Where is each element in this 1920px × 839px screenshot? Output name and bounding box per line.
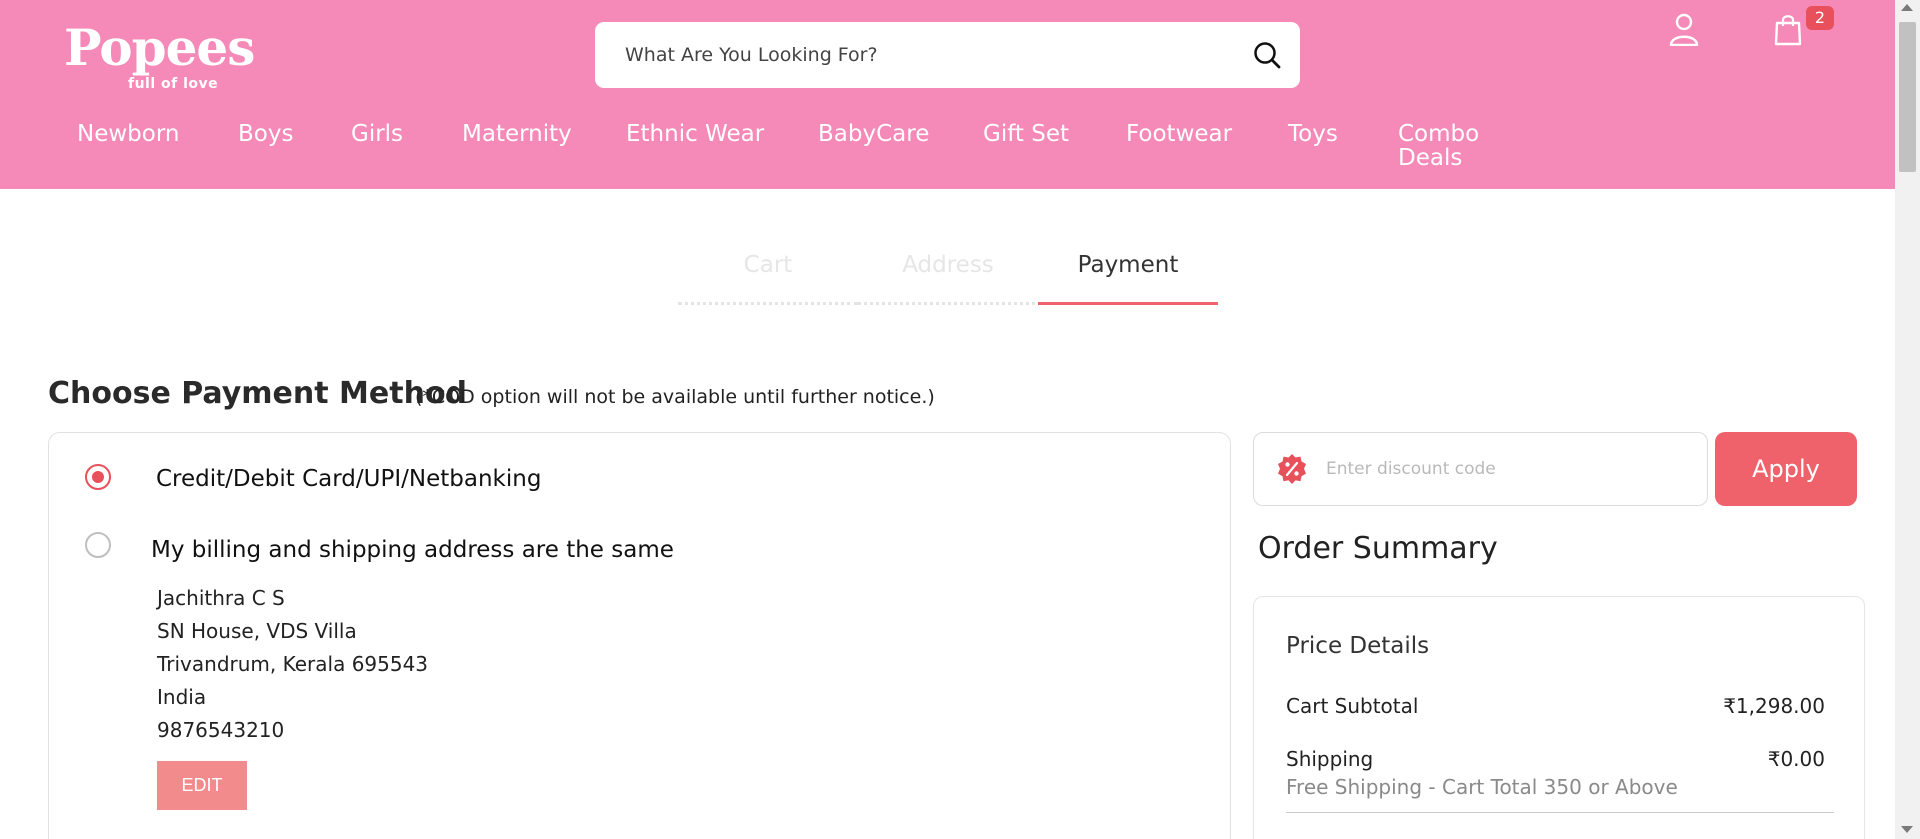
same-address-label[interactable]: My billing and shipping address are the … (151, 537, 674, 563)
nav-item-gift-set[interactable]: Gift Set (983, 122, 1069, 146)
payment-option-label[interactable]: Credit/Debit Card/UPI/Netbanking (156, 466, 541, 492)
user-icon[interactable] (1668, 12, 1700, 46)
step-cart-underline (678, 302, 858, 305)
discount-code-input[interactable] (1326, 433, 1686, 505)
nav-item-babycare[interactable]: BabyCare (818, 122, 929, 146)
scroll-down-arrow-icon[interactable] (1901, 826, 1913, 833)
shipping-note: Free Shipping - Cart Total 350 or Above (1286, 775, 1678, 799)
step-payment[interactable]: Payment (1038, 245, 1218, 305)
payment-method-title: Choose Payment Method (48, 376, 468, 411)
step-payment-underline (1038, 302, 1218, 305)
address-line1: SN House, VDS Villa (157, 619, 357, 643)
search-bar (595, 22, 1300, 88)
logo-tagline: full of love (128, 76, 219, 92)
shipping-label: Shipping (1286, 747, 1374, 771)
edit-address-button[interactable]: EDIT (157, 761, 247, 810)
nav-item-footwear[interactable]: Footwear (1126, 122, 1232, 146)
price-divider (1286, 812, 1834, 813)
logo-wordmark: Popees (64, 18, 255, 77)
shipping-value: ₹0.00 (1767, 747, 1825, 771)
same-address-radio[interactable] (85, 532, 111, 558)
nav-item-ethnic-wear[interactable]: Ethnic Wear (626, 122, 764, 146)
order-summary-title: Order Summary (1258, 531, 1498, 566)
cart-count-badge: 2 (1806, 6, 1834, 30)
nav-item-newborn[interactable]: Newborn (77, 122, 179, 146)
nav-item-toys[interactable]: Toys (1288, 122, 1338, 146)
cart-subtotal-label: Cart Subtotal (1286, 694, 1419, 718)
address-country: India (157, 685, 207, 709)
page-scrollbar[interactable] (1895, 0, 1920, 839)
site-header: Popees full of love 2 Newborn Boys Girls… (0, 0, 1895, 189)
percent-badge-icon (1278, 454, 1306, 484)
shopping-bag-icon[interactable] (1773, 12, 1803, 46)
apply-discount-button[interactable]: Apply (1715, 432, 1857, 506)
step-address[interactable]: Address (858, 245, 1038, 305)
checkout-steps: Cart Address Payment (678, 245, 1218, 305)
nav-item-boys[interactable]: Boys (238, 122, 293, 146)
nav-item-maternity[interactable]: Maternity (462, 122, 572, 146)
brand-logo[interactable]: Popees full of love (64, 18, 274, 96)
address-phone: 9876543210 (157, 718, 285, 742)
discount-field (1253, 432, 1708, 506)
scroll-up-arrow-icon[interactable] (1901, 4, 1913, 11)
address-line2: Trivandrum, Kerala 695543 (157, 652, 429, 676)
nav-item-combo-deals[interactable]: Combo Deals (1398, 122, 1488, 170)
price-details-title: Price Details (1286, 633, 1430, 659)
search-input[interactable] (625, 22, 1225, 88)
address-name: Jachithra C S (157, 586, 285, 610)
step-cart[interactable]: Cart (678, 245, 858, 305)
main-nav: Newborn Boys Girls Maternity Ethnic Wear… (0, 122, 1600, 182)
scrollbar-thumb[interactable] (1899, 22, 1916, 172)
nav-item-girls[interactable]: Girls (351, 122, 403, 146)
search-icon[interactable] (1252, 40, 1282, 70)
payment-option-radio[interactable] (85, 464, 111, 490)
cod-notice: (*COD option will not be available until… (415, 386, 935, 408)
cart-subtotal-value: ₹1,298.00 (1723, 694, 1825, 718)
step-address-underline (858, 302, 1035, 305)
